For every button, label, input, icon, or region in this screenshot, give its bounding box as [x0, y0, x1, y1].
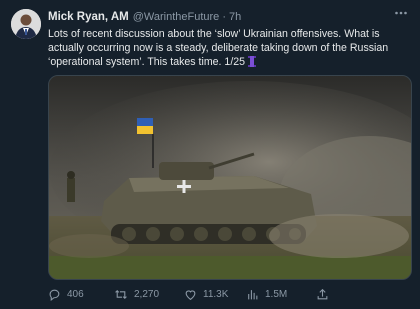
- reply-button[interactable]: 406: [48, 288, 114, 301]
- share-button[interactable]: [316, 288, 335, 301]
- tweet-header: Mick Ryan, AM @WarintheFuture · 7h: [48, 8, 410, 26]
- tweet-body: Lots of recent discussion about the ‘slo…: [48, 28, 389, 68]
- ellipsis-icon[interactable]: [394, 6, 408, 23]
- retweet-count: 2,270: [134, 288, 160, 300]
- like-button[interactable]: 11.3K: [184, 288, 246, 301]
- views-button[interactable]: 1.5M: [246, 288, 316, 301]
- action-bar: 406 2,270 11.3K 1.5M: [48, 285, 410, 303]
- share-icon: [317, 288, 328, 299]
- thread-icon: [248, 56, 257, 67]
- retweet-button[interactable]: 2,270: [114, 288, 184, 301]
- avatar[interactable]: [11, 9, 41, 39]
- author-name[interactable]: Mick Ryan, AM: [48, 11, 129, 23]
- view-count: 1.5M: [265, 288, 288, 300]
- reply-count: 406: [67, 288, 84, 300]
- reply-icon: [49, 289, 60, 301]
- heart-icon: [185, 289, 196, 300]
- tweet-text: Lots of recent discussion about the ‘slo…: [48, 27, 410, 69]
- armored-vehicle-photo: [49, 76, 411, 279]
- author-handle[interactable]: @WarintheFuture: [133, 11, 220, 23]
- author-photo: [11, 9, 41, 39]
- retweet-icon: [115, 289, 127, 299]
- tweet-photo[interactable]: [48, 75, 412, 280]
- timestamp[interactable]: 7h: [229, 11, 241, 23]
- separator-dot: ·: [222, 11, 226, 23]
- analytics-icon: [248, 289, 258, 299]
- like-count: 11.3K: [203, 288, 229, 300]
- tweet-card[interactable]: Mick Ryan, AM @WarintheFuture · 7h Lots …: [0, 0, 420, 309]
